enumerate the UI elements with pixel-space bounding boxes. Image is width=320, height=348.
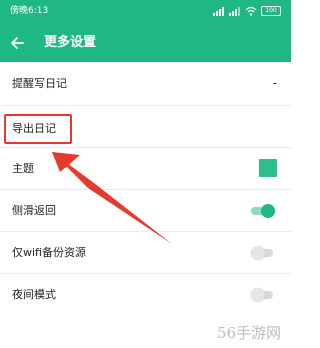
theme-color-swatch[interactable] [259,159,277,177]
app-bar: 更多设置 [0,24,291,62]
night-mode-toggle[interactable] [251,288,275,302]
toggle-knob [251,288,265,302]
wifi-icon [245,6,257,16]
page-title: 更多设置 [44,35,97,50]
battery-level: 100 [265,7,277,14]
setting-row-theme[interactable]: 主题 [0,148,291,190]
setting-label: 仅wifi备份资源 [12,246,86,259]
setting-label: 侧滑返回 [12,204,56,217]
signal-icon-secondary [229,7,240,16]
battery-icon: 100 [261,6,281,16]
status-icons: 100 [213,5,281,17]
setting-value: - [272,76,277,90]
setting-row-swipe-back[interactable]: 侧滑返回 [0,190,291,232]
back-button[interactable] [6,32,28,54]
highlight-box [4,114,72,144]
signal-icon [213,7,224,16]
arrow-left-icon [11,37,24,49]
toggle-knob [261,204,275,218]
setting-row-wifi-backup[interactable]: 仅wifi备份资源 [0,232,291,274]
watermark: 56手游网 [216,324,281,342]
setting-row-night-mode[interactable]: 夜间模式 [0,274,291,316]
toggle-knob [251,246,265,260]
status-bar: 傍晚6:13 100 [0,0,291,24]
status-time: 傍晚6:13 [10,6,49,16]
setting-row-remind-diary[interactable]: 提醒写日记 - [0,62,291,106]
setting-label: 提醒写日记 [12,77,67,90]
setting-label: 主题 [12,162,34,175]
setting-label: 夜间模式 [12,288,56,301]
wifi-backup-toggle[interactable] [251,246,275,260]
swipe-back-toggle[interactable] [251,204,275,218]
